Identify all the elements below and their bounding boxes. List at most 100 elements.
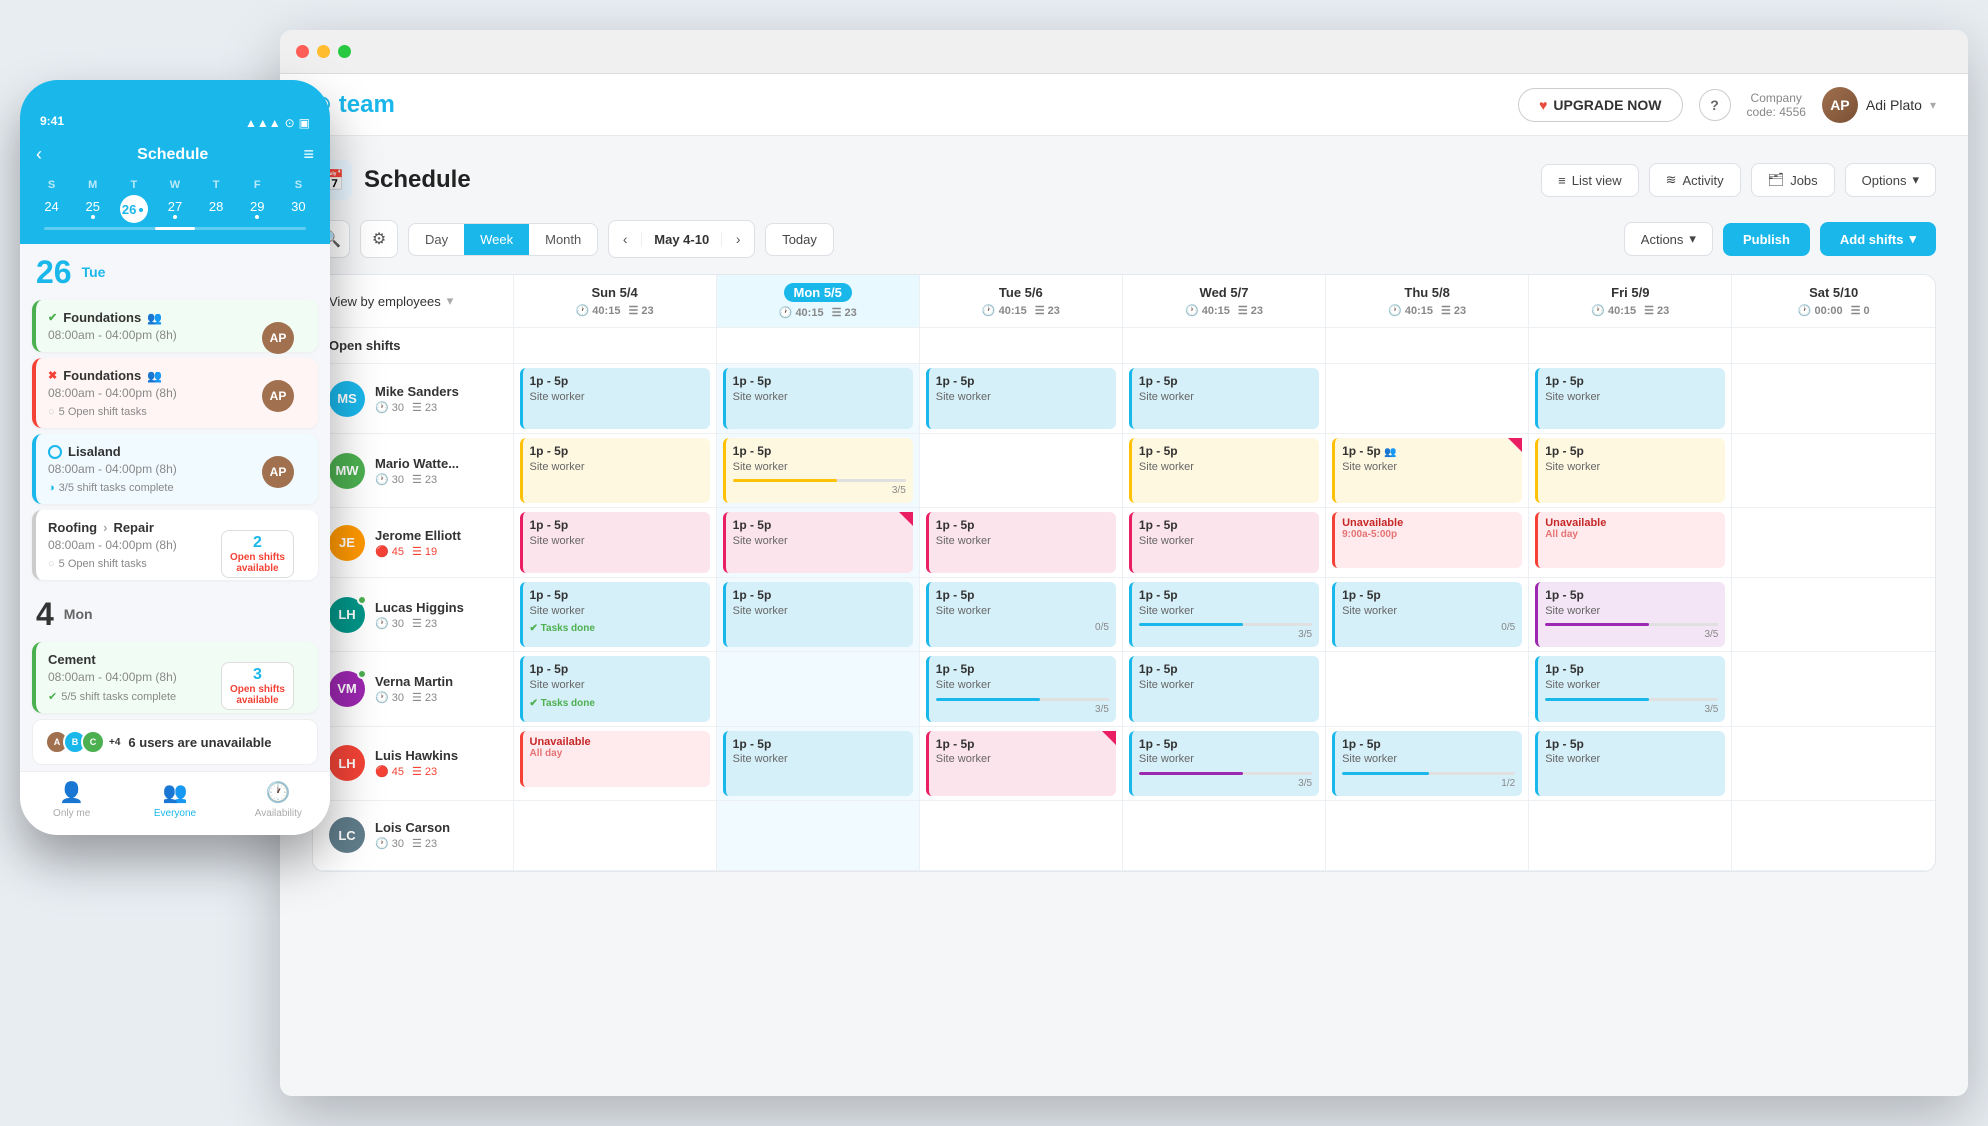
cal-day-24[interactable]: 24	[32, 195, 71, 223]
shift-block[interactable]: 1p - 5p Site worker	[926, 731, 1116, 796]
filter-button[interactable]: ⚙	[360, 220, 398, 258]
shift-block[interactable]: 1p - 5p Site worker 1/2	[1332, 731, 1522, 796]
unavail-block-luis-sun: Unavailable All day	[520, 731, 710, 787]
lucas-sun[interactable]: 1p - 5p Site worker ✔ Tasks done	[513, 578, 716, 652]
shift-block[interactable]: 1p - 5p Site worker	[926, 368, 1116, 429]
shift-block[interactable]: 1p - 5p Site worker 0/5	[926, 582, 1116, 647]
open-shifts-badge: 2 Open shiftsavailable	[221, 530, 294, 578]
shift-block[interactable]: 1p - 5p Site worker	[1535, 731, 1725, 796]
shift-block[interactable]: 1p - 5p Site worker 3/5	[1129, 582, 1319, 647]
user-profile[interactable]: AP Adi Plato ▾	[1822, 87, 1936, 123]
cal-day-25[interactable]: 25	[73, 195, 112, 223]
shift-block[interactable]: 1p - 5p Site worker 0/5	[1332, 582, 1522, 647]
cal-day-27[interactable]: 27	[155, 195, 194, 223]
shift-block[interactable]: 1p - 5p Site worker	[1535, 438, 1725, 503]
mario-sun[interactable]: 1p - 5p Site worker	[513, 434, 716, 508]
shift-block[interactable]: 1p - 5p 👥 Site worker	[1332, 438, 1522, 503]
next-date-button[interactable]: ›	[722, 221, 754, 257]
luis-tue[interactable]: 1p - 5p Site worker	[919, 726, 1122, 800]
shift-block[interactable]: 1p - 5p Site worker	[723, 582, 913, 647]
jerome-mon[interactable]: 1p - 5p Site worker	[716, 508, 919, 578]
today-button[interactable]: Today	[765, 223, 834, 256]
lucas-mon[interactable]: 1p - 5p Site worker	[716, 578, 919, 652]
shift-block[interactable]: 1p - 5p Site worker ✔ Tasks done	[520, 656, 710, 721]
month-button[interactable]: Month	[529, 224, 597, 255]
cal-day-29[interactable]: 29	[238, 195, 277, 223]
shift-block[interactable]: 1p - 5p Site worker	[520, 368, 710, 429]
luis-thu[interactable]: 1p - 5p Site worker 1/2	[1326, 726, 1529, 800]
shift-block[interactable]: 1p - 5p Site worker 3/5	[723, 438, 913, 503]
shift-block[interactable]: 1p - 5p Site worker	[723, 731, 913, 796]
jerome-sun[interactable]: 1p - 5p Site worker	[513, 508, 716, 578]
shift-block[interactable]: 1p - 5p Site worker	[723, 512, 913, 573]
close-traffic-light[interactable]	[296, 45, 309, 58]
shift-card-foundations-green[interactable]: ✔ Foundations 👥 08:00am - 04:00pm (8h) A…	[32, 300, 318, 352]
shift-card-lisaland[interactable]: Lisaland 08:00am - 04:00pm (8h) ◑ 3/5 sh…	[32, 434, 318, 504]
lucas-wed[interactable]: 1p - 5p Site worker 3/5	[1122, 578, 1325, 652]
shift-block[interactable]: 1p - 5p Site worker	[1535, 368, 1725, 429]
lucas-tue[interactable]: 1p - 5p Site worker 0/5	[919, 578, 1122, 652]
cal-day-w: W	[155, 177, 194, 193]
mike-fri[interactable]: 1p - 5p Site worker	[1529, 364, 1732, 434]
mario-thu[interactable]: 1p - 5p 👥 Site worker	[1326, 434, 1529, 508]
jerome-wed[interactable]: 1p - 5p Site worker	[1122, 508, 1325, 578]
footer-only-me[interactable]: 👤 Only me	[20, 780, 123, 819]
cal-day-30[interactable]: 30	[279, 195, 318, 223]
shift-block[interactable]: 1p - 5p Site worker	[926, 512, 1116, 573]
mike-mon[interactable]: 1p - 5p Site worker	[716, 364, 919, 434]
day-button[interactable]: Day	[409, 224, 464, 255]
jerome-tue[interactable]: 1p - 5p Site worker	[919, 508, 1122, 578]
maximize-traffic-light[interactable]	[338, 45, 351, 58]
options-button[interactable]: Options ▾	[1845, 163, 1936, 197]
verna-tue[interactable]: 1p - 5p Site worker 3/5	[919, 652, 1122, 726]
shift-block[interactable]: 1p - 5p Site worker	[1129, 368, 1319, 429]
shift-block[interactable]: 1p - 5p Site worker	[1129, 438, 1319, 503]
mario-fri[interactable]: 1p - 5p Site worker	[1529, 434, 1732, 508]
mario-mon[interactable]: 1p - 5p Site worker 3/5	[716, 434, 919, 508]
phone-menu-button[interactable]: ≡	[303, 144, 314, 165]
shift-block[interactable]: 1p - 5p Site worker 3/5	[1535, 582, 1725, 647]
mario-wed[interactable]: 1p - 5p Site worker	[1122, 434, 1325, 508]
activity-button[interactable]: ≋ Activity	[1649, 163, 1741, 197]
cal-day-28[interactable]: 28	[197, 195, 236, 223]
shift-block[interactable]: 1p - 5p Site worker	[723, 368, 913, 429]
mike-sun[interactable]: 1p - 5p Site worker	[513, 364, 716, 434]
unavail-group[interactable]: A B C +4 6 users are unavailable	[32, 719, 318, 765]
prev-date-button[interactable]: ‹	[609, 221, 641, 257]
mike-tue[interactable]: 1p - 5p Site worker	[919, 364, 1122, 434]
shift-block[interactable]: 1p - 5p Site worker	[520, 512, 710, 573]
shift-card-foundations-red[interactable]: ✖ Foundations 👥 08:00am - 04:00pm (8h) ○…	[32, 358, 318, 428]
jobs-button[interactable]: 🗂 Jobs	[1751, 163, 1835, 197]
luis-wed[interactable]: 1p - 5p Site worker 3/5	[1122, 726, 1325, 800]
shift-block[interactable]: 1p - 5p Site worker 3/5	[1535, 656, 1725, 721]
upgrade-now-button[interactable]: ♥ UPGRADE NOW	[1518, 88, 1682, 122]
view-by-employees[interactable]: View by employees ▾	[329, 293, 497, 309]
minimize-traffic-light[interactable]	[317, 45, 330, 58]
actions-button[interactable]: Actions ▾	[1624, 222, 1713, 256]
cal-day-26[interactable]: 26	[120, 195, 148, 223]
shift-block[interactable]: 1p - 5p Site worker	[520, 438, 710, 503]
luis-fri[interactable]: 1p - 5p Site worker	[1529, 726, 1732, 800]
shift-block[interactable]: 1p - 5p Site worker	[1129, 656, 1319, 721]
shift-block[interactable]: 1p - 5p Site worker ✔ Tasks done	[520, 582, 710, 647]
publish-button[interactable]: Publish	[1723, 223, 1810, 256]
list-view-button[interactable]: ≡ List view	[1541, 164, 1638, 197]
shift-card-cement[interactable]: Cement 08:00am - 04:00pm (8h) ✔ 5/5 shif…	[32, 642, 318, 713]
add-shifts-button[interactable]: Add shifts ▾	[1820, 222, 1936, 256]
shift-block[interactable]: 1p - 5p Site worker	[1129, 512, 1319, 573]
phone-back-button[interactable]: ‹	[36, 144, 42, 165]
week-button[interactable]: Week	[464, 224, 529, 255]
footer-availability[interactable]: 🕐 Availability	[227, 780, 330, 819]
lucas-thu[interactable]: 1p - 5p Site worker 0/5	[1326, 578, 1529, 652]
lucas-fri[interactable]: 1p - 5p Site worker 3/5	[1529, 578, 1732, 652]
shift-card-roofing[interactable]: Roofing › Repair 08:00am - 04:00pm (8h) …	[32, 510, 318, 580]
verna-sun[interactable]: 1p - 5p Site worker ✔ Tasks done	[513, 652, 716, 726]
help-button[interactable]: ?	[1699, 89, 1731, 121]
luis-mon[interactable]: 1p - 5p Site worker	[716, 726, 919, 800]
footer-everyone[interactable]: 👥 Everyone	[123, 780, 226, 819]
shift-block[interactable]: 1p - 5p Site worker 3/5	[926, 656, 1116, 721]
verna-fri[interactable]: 1p - 5p Site worker 3/5	[1529, 652, 1732, 726]
verna-wed[interactable]: 1p - 5p Site worker	[1122, 652, 1325, 726]
mike-wed[interactable]: 1p - 5p Site worker	[1122, 364, 1325, 434]
shift-block[interactable]: 1p - 5p Site worker 3/5	[1129, 731, 1319, 796]
